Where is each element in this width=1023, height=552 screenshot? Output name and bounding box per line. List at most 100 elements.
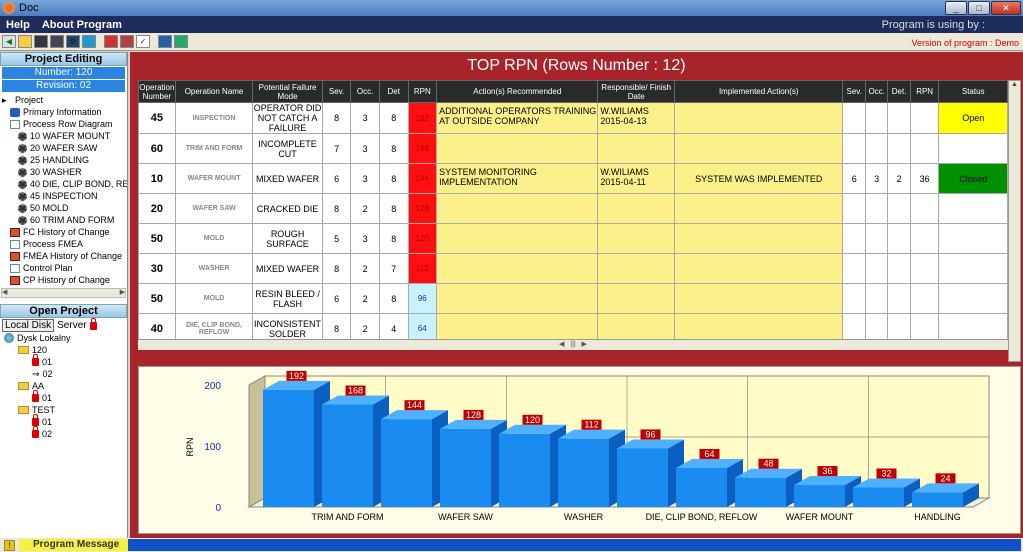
- column-header[interactable]: Det: [378, 80, 409, 103]
- menu-about-program[interactable]: About Program: [36, 19, 128, 31]
- cell-sev[interactable]: 6: [321, 163, 352, 194]
- bar[interactable]: [499, 433, 550, 507]
- bar[interactable]: [381, 419, 432, 507]
- cell-sev[interactable]: 7: [321, 133, 352, 164]
- cell-resp[interactable]: [597, 133, 675, 164]
- exit-icon[interactable]: ◀: [2, 35, 16, 48]
- cell-status[interactable]: [938, 223, 1008, 254]
- cell-impl[interactable]: [673, 133, 844, 164]
- cell-impl[interactable]: [673, 193, 844, 224]
- folder-icon[interactable]: [18, 35, 32, 48]
- cell-rpn2[interactable]: 36: [909, 163, 940, 194]
- cell-status[interactable]: [938, 133, 1008, 164]
- cell-rpn2[interactable]: [909, 193, 940, 224]
- file-tree-item[interactable]: 120: [4, 344, 127, 356]
- cell-name[interactable]: WAFER SAW: [174, 193, 254, 224]
- cell-resp[interactable]: W.WILIAMS 2015-04-13: [597, 102, 675, 134]
- cell-status[interactable]: [938, 253, 1008, 284]
- cell-occ2[interactable]: [864, 193, 889, 224]
- cell-rpn[interactable]: 96: [407, 283, 438, 314]
- cell-num[interactable]: 60: [138, 133, 176, 164]
- cell-action[interactable]: [436, 253, 599, 284]
- bar[interactable]: [676, 467, 727, 507]
- tree-item[interactable]: CP History of Change: [2, 274, 127, 286]
- cell-impl[interactable]: [673, 283, 844, 314]
- cell-det[interactable]: 8: [378, 223, 409, 254]
- cell-rpn[interactable]: 128: [407, 193, 438, 224]
- cell-det2[interactable]: [887, 193, 911, 224]
- cell-det[interactable]: 8: [378, 133, 409, 164]
- cell-rpn2[interactable]: [909, 133, 940, 164]
- column-header[interactable]: Sev.: [321, 80, 352, 103]
- report-alt-icon[interactable]: [120, 35, 134, 48]
- cell-resp[interactable]: W.WILIAMS 2015-04-11: [597, 163, 675, 194]
- cell-rpn[interactable]: 192: [407, 102, 438, 134]
- cell-sev[interactable]: 8: [321, 193, 352, 224]
- save-icon[interactable]: [34, 35, 48, 48]
- cell-rpn[interactable]: 112: [407, 253, 438, 284]
- cell-resp[interactable]: [597, 193, 675, 224]
- menu-help[interactable]: Help: [0, 19, 36, 31]
- cell-status[interactable]: Closed: [938, 163, 1008, 194]
- cell-action[interactable]: [436, 223, 599, 254]
- cell-action[interactable]: ADDITIONAL OPERATORS TRAINING AT OUTSIDE…: [436, 102, 599, 134]
- cell-num[interactable]: 45: [138, 102, 176, 134]
- cell-sev2[interactable]: 6: [842, 163, 866, 194]
- cell-name[interactable]: INSPECTION: [174, 102, 254, 134]
- cell-rpn2[interactable]: [909, 102, 940, 134]
- column-header[interactable]: Operation Name: [174, 80, 254, 103]
- tree-item[interactable]: 50 MOLD: [2, 202, 127, 214]
- cell-status[interactable]: [938, 193, 1008, 224]
- cell-det2[interactable]: [887, 253, 911, 284]
- file-tree-item[interactable]: AA: [4, 380, 127, 392]
- cell-occ[interactable]: 3: [350, 102, 380, 134]
- tree-item[interactable]: 60 TRIM AND FORM: [2, 214, 127, 226]
- cell-occ[interactable]: 3: [350, 163, 380, 194]
- bar[interactable]: [322, 404, 373, 507]
- cell-num[interactable]: 20: [138, 193, 176, 224]
- tree-scrollbar[interactable]: ◀ ▶: [1, 288, 126, 298]
- bar[interactable]: [558, 438, 609, 507]
- cell-action[interactable]: [436, 193, 599, 224]
- cell-impl[interactable]: [673, 253, 844, 284]
- table-row[interactable]: 20 WAFER SAW CRACKED DIE 8 2 8 128: [138, 193, 1008, 224]
- local-disk-button[interactable]: Local Disk: [2, 319, 55, 332]
- cell-status[interactable]: Open: [938, 102, 1008, 134]
- cell-num[interactable]: 10: [138, 163, 176, 194]
- table-row[interactable]: 50 MOLD ROUGH SURFACE 5 3 8 120: [138, 223, 1008, 254]
- column-header[interactable]: Status: [938, 80, 1008, 103]
- cell-sev2[interactable]: [842, 283, 866, 314]
- bar[interactable]: [912, 492, 963, 507]
- cell-action[interactable]: SYSTEM MONITORING IMPLEMENTATION: [436, 163, 599, 194]
- cell-det[interactable]: 8: [378, 163, 409, 194]
- cell-rpn2[interactable]: [909, 253, 940, 284]
- column-header[interactable]: Potential Failure Mode: [252, 80, 323, 103]
- cell-sev[interactable]: 8: [321, 102, 352, 134]
- cell-occ[interactable]: 3: [350, 133, 380, 164]
- cell-name[interactable]: WAFER MOUNT: [174, 163, 254, 194]
- cell-impl[interactable]: SYSTEM WAS IMPLEMENTED: [673, 163, 844, 194]
- maximize-button[interactable]: □: [968, 1, 990, 15]
- cell-occ2[interactable]: [864, 133, 889, 164]
- tree-item[interactable]: Process FMEA: [2, 238, 127, 250]
- file-tree-item[interactable]: 01: [4, 390, 127, 404]
- cell-det[interactable]: 7: [378, 253, 409, 284]
- bar[interactable]: [440, 428, 491, 507]
- cell-sev[interactable]: 8: [321, 253, 352, 284]
- save-as-icon[interactable]: [50, 35, 64, 48]
- cell-mode[interactable]: OPERATOR DID NOT CATCH A FAILURE: [252, 102, 323, 134]
- cell-name[interactable]: MOLD: [174, 283, 254, 314]
- cell-sev2[interactable]: [842, 193, 866, 224]
- file-tree-item[interactable]: TEST: [4, 404, 127, 416]
- cell-action[interactable]: [436, 283, 599, 314]
- column-header[interactable]: RPN: [407, 80, 438, 103]
- bar[interactable]: [617, 448, 668, 507]
- cell-mode[interactable]: MIXED WAFER: [252, 163, 323, 194]
- tree-item[interactable]: FMEA History of Change: [2, 250, 127, 262]
- cell-det2[interactable]: [887, 223, 911, 254]
- cell-det[interactable]: 8: [378, 193, 409, 224]
- cell-status[interactable]: [938, 283, 1008, 314]
- cell-rpn[interactable]: 168: [407, 133, 438, 164]
- cell-mode[interactable]: ROUGH SURFACE: [252, 223, 323, 254]
- cell-num[interactable]: 50: [138, 223, 176, 254]
